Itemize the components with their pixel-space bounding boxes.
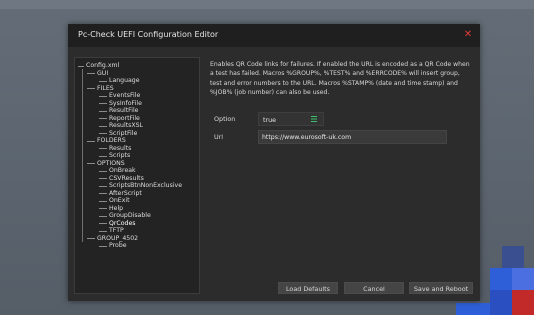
desktop-tile: [512, 290, 534, 315]
desktop-tile: [490, 290, 512, 315]
tree-item-gui[interactable]: GUI: [97, 70, 108, 77]
title-bar: Pc-Check UEFI Configuration Editor ✕: [68, 24, 480, 47]
tree-connector: [87, 238, 95, 239]
tree-item-scriptsbtnnonexclusive[interactable]: ScriptsBtnNonExclusive: [109, 182, 182, 189]
tree-connector: [99, 95, 107, 97]
tree-item-qrcodes[interactable]: QrCodes: [109, 220, 135, 227]
tree-item-eventsfile[interactable]: EventsFile: [109, 92, 140, 99]
url-label: Url: [214, 133, 224, 141]
tree-item-results[interactable]: Results: [109, 145, 131, 152]
tree-item-resultfile[interactable]: ResultFile: [109, 107, 138, 114]
tree-item-help[interactable]: Help: [109, 205, 123, 212]
tree-connector: [99, 208, 107, 209]
tree-item-options[interactable]: OPTIONS: [97, 160, 125, 167]
tree-connector: [99, 230, 107, 232]
tree-connector: [99, 170, 107, 172]
tree-connector: [99, 185, 107, 187]
load-defaults-button[interactable]: Load Defaults: [278, 282, 338, 294]
tree-item-group-4502[interactable]: GROUP_4502: [97, 235, 138, 242]
tree-item-csvresults[interactable]: CSVResults: [109, 175, 144, 182]
tree-guide-line: [82, 69, 83, 242]
tree-connector: [87, 140, 95, 142]
tree-connector: [99, 200, 107, 202]
tree-item-resultsxsl[interactable]: ResultsXSL: [109, 122, 143, 129]
tree-connector: [99, 103, 107, 104]
tree-item-groupdisable[interactable]: GroupDisable: [109, 212, 151, 219]
tree-connector: [99, 155, 107, 157]
tree-item-folders[interactable]: FOLDERS: [97, 137, 126, 144]
tree-item-config-xml[interactable]: Config.xml: [86, 62, 119, 69]
option-label: Option: [214, 115, 236, 123]
tree-connector: [99, 80, 107, 82]
tree-connector: [99, 125, 107, 127]
tree-item-sysinfofile[interactable]: SysInfoFile: [109, 100, 142, 107]
option-select[interactable]: true: [258, 112, 324, 126]
tree-item-reportfile[interactable]: ReportFile: [109, 115, 140, 122]
tree-connector: [99, 193, 107, 194]
tree-connector: [99, 148, 107, 149]
url-input[interactable]: [258, 130, 447, 144]
desktop-tile: [456, 303, 490, 315]
desktop-top-bar: [0, 0, 534, 9]
tree-item-tftp[interactable]: TFTP: [109, 227, 124, 234]
desktop-tile: [512, 268, 534, 290]
tree-connector: [99, 110, 107, 112]
config-tree[interactable]: Config.xml GUI Language FILES EventsFile SysI…: [74, 57, 200, 294]
desktop-tile: [490, 268, 512, 290]
cancel-button[interactable]: Cancel: [344, 282, 404, 294]
option-value: true: [263, 116, 277, 124]
tree-item-onexit[interactable]: OnExit: [109, 197, 130, 204]
tree-connector: [99, 178, 107, 179]
tree-item-language[interactable]: Language: [109, 77, 140, 84]
option-description: Enables QR Code links for failures. If e…: [210, 61, 470, 97]
close-button[interactable]: ✕: [462, 29, 474, 41]
tree-item-onbreak[interactable]: OnBreak: [109, 167, 136, 174]
tree-connector: [99, 118, 107, 119]
close-icon: ✕: [463, 29, 473, 40]
tree-connector: [78, 65, 84, 67]
tree-item-files[interactable]: FILES: [97, 85, 114, 92]
config-editor-window: Pc-Check UEFI Configuration Editor ✕ Con…: [68, 24, 480, 301]
tree-connector: [99, 245, 107, 247]
window-title: Pc-Check UEFI Configuration Editor: [78, 30, 219, 39]
tree-item-probe[interactable]: Probe: [109, 242, 127, 249]
tree-item-scripts[interactable]: Scripts: [109, 152, 130, 159]
tree-connector: [87, 88, 95, 89]
tree-connector: [99, 133, 107, 134]
tree-connector: [87, 73, 95, 74]
tree-connector: [87, 163, 95, 164]
tree-connector: [99, 215, 107, 217]
tree-item-afterscript[interactable]: AfterScript: [109, 190, 142, 197]
menu-icon: [311, 116, 317, 122]
tree-connector: [99, 223, 107, 224]
desktop-tile: [502, 246, 524, 268]
tree-item-scriptfile[interactable]: ScriptFile: [109, 130, 137, 137]
save-reboot-button[interactable]: Save and Reboot: [409, 282, 473, 294]
